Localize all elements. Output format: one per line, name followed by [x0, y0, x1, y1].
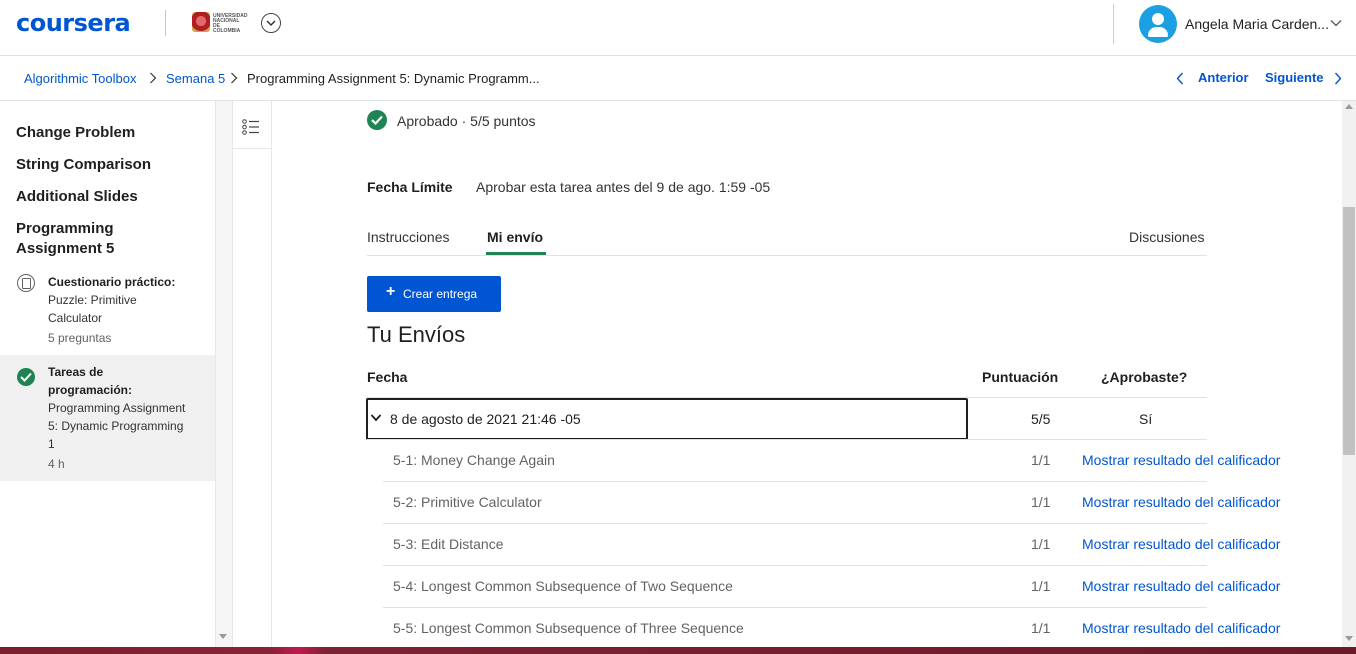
- show-grader-output-link[interactable]: Mostrar resultado del calificador: [1082, 494, 1280, 510]
- breadcrumb: Algorithmic Toolbox Semana 5 Programming…: [0, 56, 1356, 101]
- column-header-score: Puntuación: [982, 369, 1059, 385]
- scroll-down-arrow-icon[interactable]: [219, 634, 227, 640]
- show-grader-output-link[interactable]: Mostrar resultado del calificador: [1082, 578, 1280, 594]
- column-header-passed: ¿Aprobaste?: [1101, 369, 1188, 385]
- previous-button[interactable]: Anterior: [1198, 70, 1249, 85]
- show-grader-output-link[interactable]: Mostrar resultado del calificador: [1082, 620, 1280, 636]
- table-row: 5-5: Longest Common Subsequence of Three…: [383, 608, 1280, 650]
- sidebar-item-string-comparison[interactable]: String Comparison: [16, 155, 151, 175]
- logo-divider: [165, 10, 166, 36]
- course-sidebar: Change Problem String Comparison Additio…: [0, 101, 215, 654]
- tab-discussions[interactable]: Discusiones: [1129, 229, 1204, 245]
- main-scrollbar-thumb[interactable]: [1343, 207, 1355, 455]
- university-wordmark: UNIVERSIDAD NACIONAL DE COLOMBIA: [213, 13, 248, 34]
- next-button[interactable]: Siguiente: [1265, 70, 1324, 85]
- quiz-icon: [17, 274, 35, 292]
- check-circle-icon: [17, 368, 35, 386]
- chevron-down-icon: [266, 20, 276, 27]
- sidebar-item-practice-quiz[interactable]: Cuestionario práctico: Puzzle: Primitive…: [0, 265, 215, 355]
- coursera-logo[interactable]: coursera: [16, 9, 131, 37]
- part-name: 5-3: Edit Distance: [393, 536, 504, 552]
- sidebar-item-change-problem[interactable]: Change Problem: [16, 123, 135, 143]
- chevron-right-icon: [231, 72, 238, 84]
- part-score: 1/1: [1031, 620, 1051, 636]
- sidebar-toggle-column: [232, 101, 272, 654]
- user-menu-chevron-icon[interactable]: [1330, 19, 1342, 27]
- breadcrumb-current: Programming Assignment 5: Dynamic Progra…: [247, 71, 540, 86]
- taskbar-strip: [0, 647, 1356, 654]
- chevron-right-icon: [150, 72, 157, 84]
- passed-check-icon: [367, 110, 387, 130]
- breadcrumb-week[interactable]: Semana 5: [166, 71, 225, 86]
- submission-date: 8 de agosto de 2021 21:46 -05: [390, 411, 581, 427]
- user-divider: [1113, 4, 1114, 44]
- list-icon: [242, 119, 259, 135]
- scroll-down-arrow-icon[interactable]: [1345, 636, 1353, 642]
- user-name[interactable]: Angela Maria Carden...: [1185, 16, 1329, 32]
- show-grader-output-link[interactable]: Mostrar resultado del calificador: [1082, 452, 1280, 468]
- tab-my-submission[interactable]: Mi envío: [487, 229, 543, 245]
- sidebar-item-type: Tareas de programación:: [48, 365, 133, 397]
- chevron-right-icon[interactable]: [1334, 72, 1342, 85]
- sidebar-item-programming-assignment[interactable]: Tareas de programación: Programming Assi…: [0, 355, 215, 481]
- part-score: 1/1: [1031, 452, 1051, 468]
- tab-instructions[interactable]: Instrucciones: [367, 229, 449, 245]
- table-row: 5-1: Money Change Again 1/1 Mostrar resu…: [383, 440, 1280, 482]
- part-score: 1/1: [1031, 494, 1051, 510]
- breadcrumb-course[interactable]: Algorithmic Toolbox: [24, 71, 136, 86]
- user-head-icon: [1152, 13, 1164, 25]
- chevron-down-icon: [370, 414, 382, 422]
- part-score: 1/1: [1031, 536, 1051, 552]
- sidebar-toggle-button[interactable]: [233, 101, 271, 149]
- active-tab-indicator: [486, 252, 546, 255]
- show-grader-output-link[interactable]: Mostrar resultado del calificador: [1082, 536, 1280, 552]
- table-row: 5-4: Longest Common Subsequence of Two S…: [383, 566, 1280, 608]
- sidebar-scrollbar[interactable]: [215, 101, 232, 647]
- sidebar-section-programming-assignment[interactable]: Programming Assignment 5: [16, 219, 156, 259]
- grade-status: Aprobado · 5/5 puntos: [397, 113, 536, 129]
- plus-icon: +: [386, 283, 396, 300]
- sidebar-item-label: Puzzle: Primitive Calculator: [48, 293, 137, 325]
- sidebar-item-meta: 4 h: [48, 457, 65, 471]
- submission-passed: Sí: [1139, 411, 1153, 427]
- part-name: 5-4: Longest Common Subsequence of Two S…: [393, 578, 733, 594]
- deadline-label: Fecha Límite: [367, 179, 453, 195]
- user-body-icon: [1148, 27, 1168, 37]
- avatar[interactable]: [1139, 5, 1177, 43]
- sidebar-item-meta: 5 preguntas: [48, 331, 112, 345]
- chevron-left-icon[interactable]: [1176, 72, 1184, 85]
- sidebar-item-additional-slides[interactable]: Additional Slides: [16, 187, 138, 207]
- part-name: 5-1: Money Change Again: [393, 452, 555, 468]
- sidebar-item-label: Programming Assignment 5: Dynamic Progra…: [48, 401, 186, 451]
- submission-expand-toggle[interactable]: 8 de agosto de 2021 21:46 -05: [366, 398, 968, 440]
- part-name: 5-5: Longest Common Subsequence of Three…: [393, 620, 744, 636]
- university-dropdown-button[interactable]: [261, 13, 281, 33]
- university-seal-icon: [192, 12, 210, 32]
- create-submission-button[interactable]: + Crear entrega: [367, 276, 501, 312]
- university-logo[interactable]: UNIVERSIDAD NACIONAL DE COLOMBIA: [192, 12, 248, 34]
- sidebar-item-type: Cuestionario práctico:: [48, 275, 176, 289]
- part-name: 5-2: Primitive Calculator: [393, 494, 542, 510]
- create-submission-label: Crear entrega: [403, 287, 478, 301]
- column-header-date: Fecha: [367, 369, 408, 385]
- submissions-title: Tu Envíos: [367, 322, 466, 347]
- part-score: 1/1: [1031, 578, 1051, 594]
- submission-score: 5/5: [1031, 411, 1051, 427]
- deadline-text: Aprobar esta tarea antes del 9 de ago. 1…: [476, 179, 771, 195]
- table-row: 5-2: Primitive Calculator 1/1 Mostrar re…: [383, 482, 1280, 524]
- table-row: 5-3: Edit Distance 1/1 Mostrar resultado…: [383, 524, 1280, 566]
- tabs-divider: [367, 255, 1207, 256]
- scroll-up-arrow-icon[interactable]: [1345, 104, 1353, 110]
- top-header: coursera UNIVERSIDAD NACIONAL DE COLOMBI…: [0, 0, 1356, 56]
